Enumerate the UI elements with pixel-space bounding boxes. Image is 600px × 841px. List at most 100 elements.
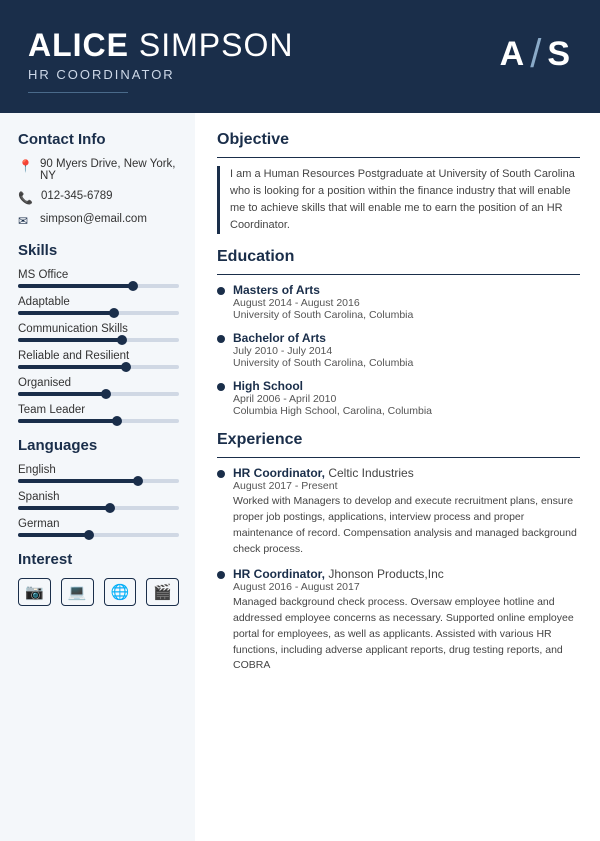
- skill-bar-track: [18, 284, 179, 288]
- phone-text: 012-345-6789: [41, 190, 113, 202]
- exp-role: HR Coordinator, Celtic Industries: [233, 466, 580, 480]
- address-text: 90 Myers Drive, New York, NY: [40, 158, 179, 182]
- bullet: [217, 335, 225, 343]
- interest-icon: 📷: [18, 578, 51, 606]
- header-left: ALICE SIMPSON HR COORDINATOR: [28, 28, 293, 93]
- exp-desc: Worked with Managers to develop and exec…: [233, 494, 580, 557]
- education-title: Education: [217, 248, 580, 266]
- skill-name: Team Leader: [18, 404, 179, 416]
- language-item: Spanish: [18, 491, 179, 510]
- edu-school: Columbia High School, Carolina, Columbia: [233, 405, 580, 417]
- skill-name: Reliable and Resilient: [18, 350, 179, 362]
- objective-title: Objective: [217, 131, 580, 149]
- exp-company: Celtic Industries: [328, 466, 413, 480]
- skill-name: Organised: [18, 377, 179, 389]
- edu-degree: Masters of Arts: [233, 283, 580, 297]
- edu-dates: August 2014 - August 2016: [233, 297, 580, 309]
- skill-name: Communication Skills: [18, 323, 179, 335]
- language-bar-track: [18, 533, 179, 537]
- language-bar-fill: [18, 533, 90, 537]
- education-item: Masters of Arts August 2014 - August 201…: [217, 283, 580, 321]
- edu-school: University of South Carolina, Columbia: [233, 357, 580, 369]
- education-list: Masters of Arts August 2014 - August 201…: [217, 283, 580, 417]
- skill-bar-track: [18, 365, 179, 369]
- bullet: [217, 571, 225, 579]
- skill-bar-fill: [18, 338, 123, 342]
- exp-company: Jhonson Products,Inc: [328, 567, 443, 581]
- interest-icons: 📷 💻 🌐 🎬: [18, 578, 179, 606]
- bullet: [217, 383, 225, 391]
- education-divider: [217, 274, 580, 275]
- skill-item: MS Office: [18, 269, 179, 288]
- education-item: High School April 2006 - April 2010 Colu…: [217, 379, 580, 417]
- language-bar-track: [18, 506, 179, 510]
- skill-bar-track: [18, 311, 179, 315]
- experience-list: HR Coordinator, Celtic Industries August…: [217, 466, 580, 674]
- sidebar: Contact Info 📍 90 Myers Drive, New York,…: [0, 113, 195, 841]
- location-icon: 📍: [18, 159, 32, 173]
- last-name: SIMPSON: [139, 27, 294, 63]
- contact-email: ✉ simpson@email.com: [18, 213, 179, 228]
- email-text: simpson@email.com: [40, 213, 147, 225]
- skill-item: Communication Skills: [18, 323, 179, 342]
- interest-icon: 💻: [61, 578, 94, 606]
- resume-container: ALICE SIMPSON HR COORDINATOR A / S Conta…: [0, 0, 600, 841]
- language-bar-fill: [18, 506, 111, 510]
- skill-item: Organised: [18, 377, 179, 396]
- skill-bar-fill: [18, 284, 134, 288]
- skill-bar-fill: [18, 365, 127, 369]
- skill-bar-track: [18, 338, 179, 342]
- main-content: Objective I am a Human Resources Postgra…: [195, 113, 600, 841]
- bullet: [217, 287, 225, 295]
- job-title: HR COORDINATOR: [28, 67, 293, 82]
- edu-degree: Bachelor of Arts: [233, 331, 580, 345]
- language-item: German: [18, 518, 179, 537]
- full-name: ALICE SIMPSON: [28, 28, 293, 63]
- experience-item: HR Coordinator, Jhonson Products,Inc Aug…: [217, 567, 580, 674]
- skill-bar-fill: [18, 311, 115, 315]
- contact-address: 📍 90 Myers Drive, New York, NY: [18, 158, 179, 182]
- edu-content: High School April 2006 - April 2010 Colu…: [233, 379, 580, 417]
- interest-section-title: Interest: [18, 551, 179, 568]
- monogram-slash: /: [530, 32, 543, 77]
- edu-school: University of South Carolina, Columbia: [233, 309, 580, 321]
- language-name: German: [18, 518, 179, 530]
- skill-item: Adaptable: [18, 296, 179, 315]
- edu-content: Bachelor of Arts July 2010 - July 2014 U…: [233, 331, 580, 369]
- edu-content: Masters of Arts August 2014 - August 201…: [233, 283, 580, 321]
- experience-title: Experience: [217, 431, 580, 449]
- email-icon: ✉: [18, 214, 32, 228]
- monogram: A / S: [500, 32, 572, 77]
- exp-content: HR Coordinator, Celtic Industries August…: [233, 466, 580, 557]
- edu-dates: April 2006 - April 2010: [233, 393, 580, 405]
- skill-bar-track: [18, 419, 179, 423]
- edu-dates: July 2010 - July 2014: [233, 345, 580, 357]
- monogram-s: S: [547, 35, 572, 74]
- interest-icon: 🎬: [146, 578, 179, 606]
- exp-dates: August 2016 - August 2017: [233, 581, 580, 593]
- objective-text: I am a Human Resources Postgraduate at U…: [217, 166, 580, 234]
- objective-divider: [217, 157, 580, 158]
- skill-bar-fill: [18, 419, 118, 423]
- skill-bar-fill: [18, 392, 107, 396]
- experience-item: HR Coordinator, Celtic Industries August…: [217, 466, 580, 557]
- skill-name: MS Office: [18, 269, 179, 281]
- skills-list: MS Office Adaptable Communication Skills…: [18, 269, 179, 423]
- edu-degree: High School: [233, 379, 580, 393]
- contact-phone: 📞 012-345-6789: [18, 190, 179, 205]
- language-item: English: [18, 464, 179, 483]
- exp-desc: Managed background check process. Oversa…: [233, 595, 580, 674]
- languages-list: English Spanish German: [18, 464, 179, 537]
- monogram-a: A: [500, 35, 527, 74]
- header-divider: [28, 92, 128, 93]
- skill-item: Team Leader: [18, 404, 179, 423]
- experience-divider: [217, 457, 580, 458]
- language-bar-track: [18, 479, 179, 483]
- skills-section-title: Skills: [18, 242, 179, 259]
- resume-header: ALICE SIMPSON HR COORDINATOR A / S: [0, 0, 600, 113]
- resume-body: Contact Info 📍 90 Myers Drive, New York,…: [0, 113, 600, 841]
- skill-item: Reliable and Resilient: [18, 350, 179, 369]
- interest-icon: 🌐: [104, 578, 137, 606]
- exp-content: HR Coordinator, Jhonson Products,Inc Aug…: [233, 567, 580, 674]
- education-item: Bachelor of Arts July 2010 - July 2014 U…: [217, 331, 580, 369]
